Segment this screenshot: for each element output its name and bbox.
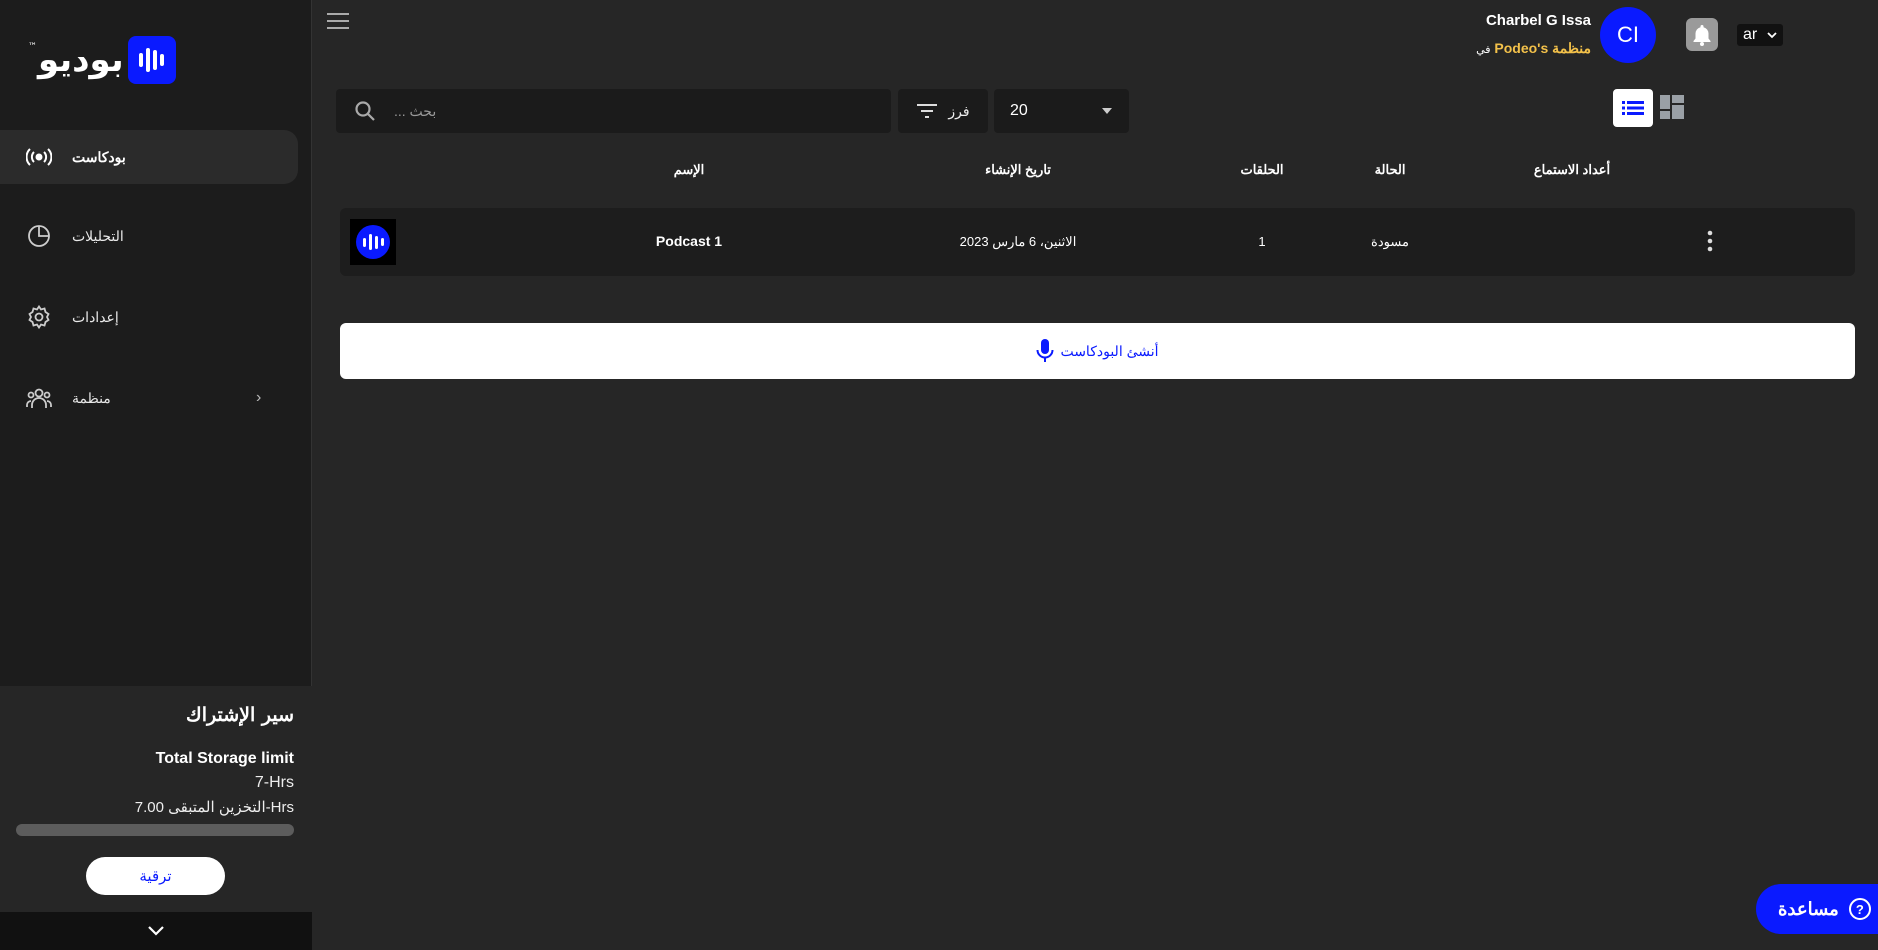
user-name: Charbel G Issa xyxy=(1485,12,1591,29)
logo-mark-icon xyxy=(127,36,176,84)
create-podcast-button[interactable]: أنشئ البودكاست xyxy=(340,323,1855,379)
podcast-thumbnail xyxy=(350,219,396,265)
sidebar: بوديو ™ بودكاست التحليلات إعدادات منظمة ›… xyxy=(0,0,312,950)
grid-view-toggle[interactable] xyxy=(1660,95,1686,121)
org-name: منظمة Podeo's xyxy=(1494,40,1591,56)
caret-down-icon xyxy=(1102,108,1112,114)
list-view-icon xyxy=(1622,101,1644,115)
upgrade-button[interactable]: ترقية xyxy=(86,857,225,895)
create-podcast-label: أنشئ البودكاست xyxy=(1060,342,1159,359)
sidebar-item-label: بودكاست xyxy=(72,148,126,165)
filter-sort-icon xyxy=(917,104,938,118)
help-label: مساعدة xyxy=(1778,898,1839,919)
storage-label: Total Storage limit xyxy=(155,750,294,767)
brand-logo[interactable]: بوديو ™ xyxy=(28,36,176,84)
help-button[interactable]: مساعدة ? xyxy=(1756,884,1878,934)
subscription-panel: سير الإشتراك Total Storage limit 7-Hrs ا… xyxy=(0,686,312,912)
sidebar-item-settings[interactable]: إعدادات xyxy=(0,290,298,344)
sidebar-item-label: التحليلات xyxy=(72,227,124,244)
podcast-broadcast-icon xyxy=(26,144,52,170)
search-input[interactable] xyxy=(394,103,834,119)
sidebar-item-label: إعدادات xyxy=(72,308,119,325)
chevron-down-icon xyxy=(148,926,164,936)
list-view-toggle[interactable] xyxy=(1613,89,1653,127)
chevron-right-icon[interactable]: › xyxy=(256,389,261,407)
more-options-icon[interactable] xyxy=(1707,230,1713,257)
sidebar-item-analytics[interactable]: التحليلات xyxy=(0,209,298,263)
status-badge: مسودة xyxy=(1371,234,1409,249)
episodes-count: 1 xyxy=(1258,234,1266,249)
language-value: ar xyxy=(1743,26,1758,43)
notification-bell-icon[interactable] xyxy=(1686,18,1718,51)
language-select[interactable]: ar xyxy=(1737,24,1783,46)
created-date: الاثنين، 6 مارس 2023 xyxy=(959,234,1077,249)
user-organization: منظمة Podeo's في xyxy=(1476,40,1591,57)
grid-view-icon xyxy=(1660,95,1684,119)
sort-button[interactable]: فرز xyxy=(898,89,988,133)
logo-text: بوديو ™ xyxy=(28,40,124,80)
column-header-status: الحالة xyxy=(1374,162,1406,177)
column-header-created: تاريخ الإنشاء xyxy=(985,162,1051,177)
subscription-title: سير الإشتراك xyxy=(186,704,294,726)
column-header-episodes: الحلقات xyxy=(1240,162,1284,177)
people-group-icon xyxy=(26,385,52,411)
hamburger-menu-icon[interactable] xyxy=(326,12,350,35)
sidebar-item-organization[interactable]: منظمة › xyxy=(0,371,298,425)
chevron-down-icon xyxy=(1767,31,1777,38)
pie-chart-icon xyxy=(26,223,52,249)
collapse-toggle[interactable] xyxy=(0,912,312,950)
gear-icon xyxy=(26,304,52,330)
trademark-sign: ™ xyxy=(28,42,37,52)
storage-progress-bar xyxy=(16,824,294,836)
search-icon xyxy=(355,101,375,121)
avatar[interactable]: CI xyxy=(1600,7,1656,63)
column-header-name: الإسم xyxy=(673,162,705,177)
storage-remaining: التخزين المتبقى 7.00-Hrs xyxy=(134,799,294,816)
org-prefix: في xyxy=(1476,44,1491,56)
sidebar-item-label: منظمة xyxy=(72,389,111,406)
page-size-select[interactable]: 20 xyxy=(994,89,1129,133)
microphone-icon xyxy=(1036,339,1054,362)
sidebar-item-podcasts[interactable]: بودكاست xyxy=(0,130,298,184)
column-header-listens: أعداد الاستماع xyxy=(1533,162,1611,177)
question-mark-icon: ? xyxy=(1848,898,1871,920)
search-box[interactable] xyxy=(336,89,891,133)
storage-limit: 7-Hrs xyxy=(254,774,294,791)
podcast-name[interactable]: Podcast 1 xyxy=(656,233,722,249)
page-size-value: 20 xyxy=(1010,102,1028,119)
table-row[interactable]: Podcast 1 الاثنين، 6 مارس 2023 1 مسودة xyxy=(340,208,1855,276)
sort-label: فرز xyxy=(948,102,970,119)
